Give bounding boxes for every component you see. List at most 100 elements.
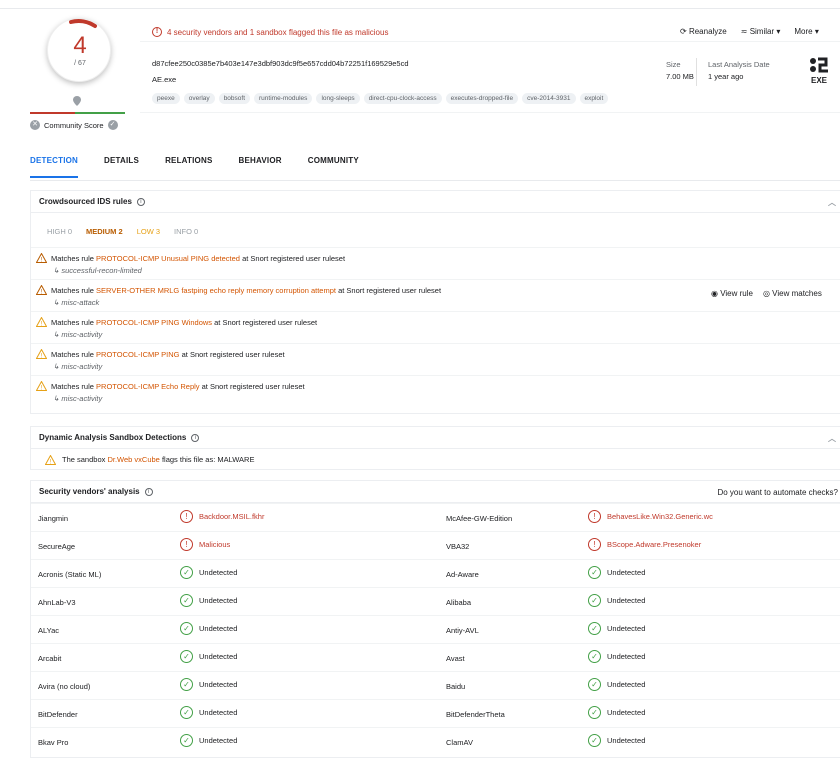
rule-text: Matches rule PROTOCOL-ICMP Unusual PING …	[51, 254, 345, 263]
rule-suffix: at Snort registered user ruleset	[214, 318, 318, 327]
tag[interactable]: bobsoft	[218, 93, 251, 104]
sandbox-header[interactable]: Dynamic Analysis Sandbox Detections i ︿	[31, 427, 840, 449]
collapse-icon[interactable]: ︿	[828, 197, 836, 208]
size-value: 7.00 MB	[666, 72, 694, 81]
file-type: EXE	[810, 76, 827, 85]
vendor-result-label: Undetected	[199, 736, 238, 745]
vendors-title: Security vendors' analysis	[39, 487, 140, 496]
tab-community[interactable]: COMMUNITY	[308, 156, 359, 178]
tag[interactable]: executes-dropped-file	[445, 93, 519, 104]
collapse-icon[interactable]: ︿	[828, 433, 836, 444]
vendor-row: Arcabit ✓ Undetected Avast ✓ Undetected	[31, 643, 840, 671]
check-icon: ✓	[180, 650, 193, 663]
rule-name-link[interactable]: PROTOCOL-ICMP Echo Reply	[96, 382, 200, 391]
check-icon: ✓	[180, 706, 193, 719]
vendor-row: Acronis (Static ML) ✓ Undetected Ad-Aware ✓ U…	[31, 559, 840, 587]
ids-rule-row[interactable]: ! Matches rule PROTOCOL-ICMP PING at Sno…	[31, 343, 840, 375]
vendor-name: BitDefender	[38, 710, 78, 719]
check-icon: ✓	[180, 594, 193, 607]
file-hash[interactable]: d87cfee250c0385e7b403e147e3dbf903dc9f5e6…	[152, 59, 409, 68]
rule-class: ↳ misc-attack	[53, 298, 100, 307]
vendor-name: McAfee-GW-Edition	[446, 514, 513, 523]
ids-rule-row[interactable]: ! Matches rule PROTOCOL-ICMP Echo Reply …	[31, 375, 840, 407]
alert-text: 4 security vendors and 1 sandbox flagged…	[167, 27, 389, 37]
ids-rule-row[interactable]: ! Matches rule PROTOCOL-ICMP PING Window…	[31, 311, 840, 343]
view-matches-button[interactable]: ◎ View matches	[763, 289, 822, 298]
rule-text: Matches rule PROTOCOL-ICMP PING Windows …	[51, 318, 317, 327]
rule-name-link[interactable]: SERVER-OTHER MRLG fastping echo reply me…	[96, 286, 336, 295]
info-icon[interactable]: i	[136, 197, 145, 206]
automate-link[interactable]: Do you want to automate checks?	[717, 488, 838, 497]
severity-low[interactable]: LOW 3	[137, 227, 160, 236]
rule-actions: ◉ View rule ◎ View matches	[711, 289, 822, 298]
tag[interactable]: overlay	[183, 93, 215, 104]
tab-details[interactable]: DETAILS	[104, 156, 139, 178]
vendor-result-label: BehavesLike.Win32.Generic.wc	[607, 512, 713, 521]
vendor-result-label: Undetected	[199, 680, 238, 689]
tag[interactable]: direct-cpu-clock-access	[363, 93, 442, 104]
tab-detection[interactable]: DETECTION	[30, 156, 79, 178]
vendor-name: ALYac	[38, 626, 59, 635]
ids-rule-row[interactable]: ! Matches rule SERVER-OTHER MRLG fastpin…	[31, 279, 840, 311]
more-button[interactable]: More ▾	[794, 27, 818, 36]
severity-high[interactable]: HIGH 0	[47, 227, 72, 236]
rule-name-link[interactable]: PROTOCOL-ICMP PING Windows	[96, 318, 212, 327]
warning-icon: !	[36, 317, 47, 327]
tag-list: peexe overlay bobsoft runtime-modules lo…	[152, 93, 609, 104]
vendor-result: ✓ Undetected	[180, 650, 237, 663]
vendor-result-label: Undetected	[199, 596, 238, 605]
ids-rules-title: Crowdsourced IDS rules	[39, 197, 132, 206]
reanalyze-button[interactable]: ⟳ Reanalyze	[680, 27, 727, 36]
thumbs-down-icon[interactable]: ✕	[30, 120, 40, 130]
vendor-name: Ad-Aware	[446, 570, 479, 579]
info-icon[interactable]: i	[144, 487, 153, 496]
info-icon[interactable]: i	[191, 433, 200, 442]
vendor-result-label: Undetected	[607, 708, 646, 717]
vendor-name: AhnLab-V3	[38, 598, 76, 607]
tag[interactable]: peexe	[152, 93, 180, 104]
ids-rules-header[interactable]: Crowdsourced IDS rules i ︿	[31, 191, 840, 213]
vendor-name: Jiangmin	[38, 514, 69, 523]
vendor-result-label: Undetected	[607, 736, 646, 745]
tab-behavior[interactable]: BEHAVIOR	[239, 156, 282, 178]
refresh-icon: ⟳	[680, 27, 689, 36]
tag[interactable]: runtime-modules	[254, 93, 313, 104]
vendor-result: ✓ Undetected	[588, 650, 645, 663]
thumbs-up-icon[interactable]: ✓	[107, 120, 118, 130]
vendor-result: ! Backdoor.MSIL.fkhr	[180, 510, 264, 523]
check-icon: ✓	[588, 566, 601, 579]
tag[interactable]: long-sleeps	[316, 93, 360, 104]
vendor-result: ! BScope.Adware.Presenoker	[588, 538, 701, 551]
sandbox-panel: Dynamic Analysis Sandbox Detections i ︿ …	[30, 426, 840, 470]
rule-name-link[interactable]: PROTOCOL-ICMP Unusual PING detected	[96, 254, 240, 263]
vendor-result: ! BehavesLike.Win32.Generic.wc	[588, 510, 713, 523]
vendor-result: ✓ Undetected	[180, 622, 237, 635]
similar-button[interactable]: ≂ Similar ▾	[741, 27, 781, 36]
severity-info[interactable]: INFO 0	[174, 227, 198, 236]
rule-suffix: at Snort registered user ruleset	[181, 350, 285, 359]
rule-suffix: at Snort registered user ruleset	[242, 254, 346, 263]
malicious-icon: !	[588, 510, 601, 523]
file-size: Size 7.00 MB	[666, 59, 694, 83]
severity-medium[interactable]: MEDIUM 2	[86, 227, 123, 236]
ids-rule-row[interactable]: ! Matches rule PROTOCOL-ICMP Unusual PIN…	[31, 247, 840, 279]
rule-name-link[interactable]: PROTOCOL-ICMP PING	[96, 350, 180, 359]
malicious-icon: !	[588, 538, 601, 551]
sandbox-name-link[interactable]: Dr.Web vxCube	[107, 455, 159, 464]
vendor-row: Avira (no cloud) ✓ Undetected Baidu ✓ Undetec…	[31, 671, 840, 699]
rule-class: ↳ successful-recon-limited	[53, 266, 142, 275]
tab-relations[interactable]: RELATIONS	[165, 156, 212, 178]
sandbox-text: The sandbox Dr.Web vxCube flags this fil…	[62, 455, 254, 465]
view-rule-button[interactable]: ◉ View rule	[711, 289, 753, 298]
tag[interactable]: cve-2014-3931	[522, 93, 576, 104]
tag[interactable]: exploit	[579, 93, 609, 104]
vendor-row: BitDefender ✓ Undetected BitDefenderTheta ✓ U…	[31, 699, 840, 727]
rule-class-label: misc-activity	[61, 330, 103, 339]
check-icon: ✓	[180, 678, 193, 691]
reanalyze-label: Reanalyze	[688, 27, 727, 36]
date-value: 1 year ago	[708, 72, 744, 81]
vendor-result: ✓ Undetected	[180, 734, 237, 747]
sandbox-prefix: The sandbox	[62, 455, 106, 464]
view-rule-label: View rule	[720, 289, 753, 298]
vendors-header: Security vendors' analysis i Do you want…	[31, 481, 840, 503]
